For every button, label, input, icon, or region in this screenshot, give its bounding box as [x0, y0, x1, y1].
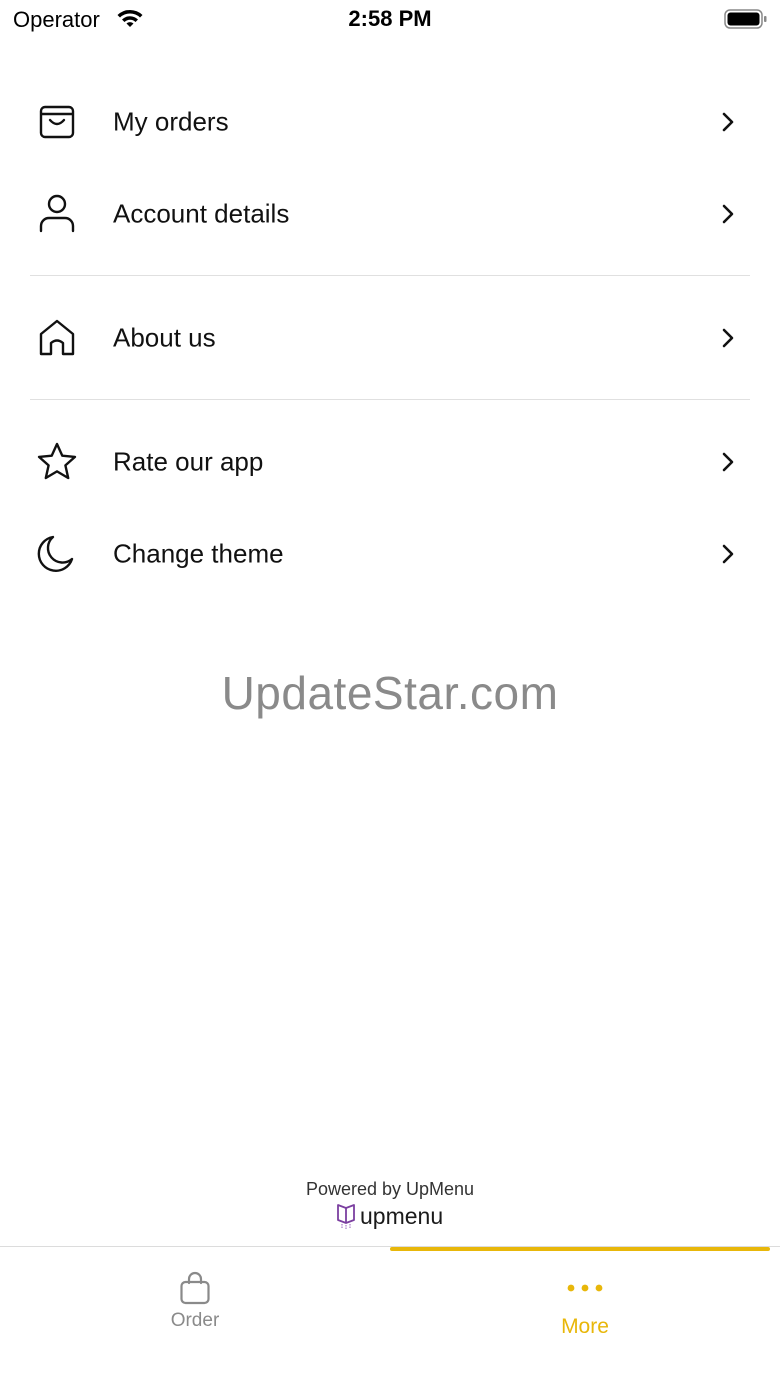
menu-item-about-us[interactable]: About us [0, 298, 780, 378]
upmenu-logo: upmenu [336, 1202, 443, 1230]
moon-icon [37, 535, 74, 572]
menu-label: About us [113, 322, 216, 353]
user-icon [39, 194, 75, 233]
menu-label: Rate our app [113, 446, 264, 477]
powered-by-text: Powered by UpMenu [305, 1179, 475, 1199]
menu-item-rate-our-app[interactable]: Rate our app [0, 422, 780, 502]
menu-item-change-theme[interactable]: Change theme [0, 514, 780, 594]
active-tab-indicator [390, 1247, 770, 1251]
chevron-right-icon [722, 112, 734, 132]
star-icon [37, 442, 77, 480]
menu-item-account-details[interactable]: Account details [0, 174, 780, 254]
tab-label: More [561, 1315, 609, 1338]
chevron-right-icon [722, 204, 734, 224]
status-bar: Operator 2:58 PM [0, 0, 780, 40]
tab-order[interactable]: Order [0, 1247, 390, 1387]
menu-label: Account details [113, 198, 290, 229]
menu-divider [30, 399, 750, 400]
tab-more[interactable]: More [390, 1247, 780, 1387]
upmenu-wordmark: upmenu [360, 1202, 444, 1229]
chevron-right-icon [722, 544, 734, 564]
tab-label: Order [170, 1310, 220, 1331]
menu-divider [30, 275, 750, 276]
more-dots-icon [567, 1284, 603, 1292]
clock: 2:58 PM [348, 6, 432, 31]
menu-label: My orders [113, 106, 229, 137]
upmenu-logo-icon [337, 1204, 355, 1229]
chevron-right-icon [722, 328, 734, 348]
chevron-right-icon [722, 452, 734, 472]
battery-icon [724, 9, 767, 29]
shopping-bag-icon [39, 105, 75, 139]
menu-label: Change theme [113, 538, 284, 569]
menu-item-my-orders[interactable]: My orders [0, 82, 780, 162]
shopping-bag-icon [180, 1271, 210, 1305]
home-icon [39, 319, 75, 356]
watermark-text: UpdateStar.com [221, 667, 559, 719]
tab-bar: Order More [0, 1246, 780, 1387]
